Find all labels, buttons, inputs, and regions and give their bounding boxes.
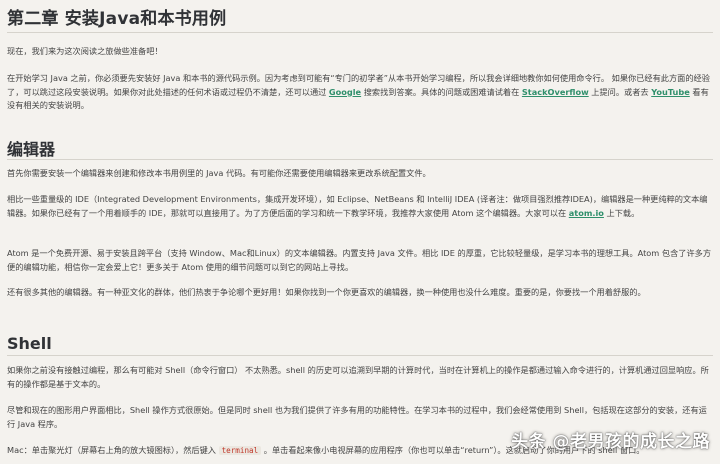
chapter-title: 第二章 安装Java和本书用例 xyxy=(7,9,227,29)
stackoverflow-link[interactable]: StackOverflow xyxy=(522,87,589,97)
install-text-b: 搜索找到答案。具体的问题或困难请试着在 xyxy=(361,86,522,97)
youtube-link[interactable]: YouTube xyxy=(651,87,690,97)
google-link[interactable]: Google xyxy=(329,87,361,97)
watermark-label: 头条 @老男孩的成长之路 xyxy=(511,432,710,452)
shell-paragraph-1: 如果你之前没有接触过编程，那么有可能对 Shell（命令行窗口） 不太熟悉。sh… xyxy=(7,365,709,389)
editor-divider xyxy=(7,159,713,160)
editor-paragraph-3: Atom 是一个免费开源、易于安装且跨平台（支持 Window、Mac和Linu… xyxy=(7,248,712,272)
terminal-code: terminal xyxy=(218,446,262,455)
editor-paragraph-2: 相比一些重量级的 IDE（Integrated Development Envi… xyxy=(7,193,713,220)
shell-text-a: Mac：单击聚光灯（屏幕右上角的放大镜图标），然后键入 xyxy=(7,445,219,455)
install-paragraph: 在开始学习 Java 之前，你必须要先安装好 Java 和本书的源代码示例。因为… xyxy=(7,72,713,113)
editor-text-b: 上下载。 xyxy=(603,207,640,218)
editor-paragraph-4: 还有很多其他的编辑器。有一种亚文化的群体，他们热衷于争论哪个更好用！如果你找到一… xyxy=(7,287,646,297)
title-divider xyxy=(7,32,713,33)
editor-paragraph-1: 首先你需要安装一个编辑器来创建和修改本书用例里的 Java 代码。有可能你还需要… xyxy=(7,168,431,178)
editor-heading: 编辑器 xyxy=(7,140,56,159)
install-text-c: 上提问。或者去 xyxy=(588,86,652,97)
shell-divider xyxy=(7,355,713,356)
shell-heading: Shell xyxy=(7,334,52,353)
intro-paragraph: 现在，我们来为这次阅读之旅做些准备吧！ xyxy=(7,46,163,56)
atom-link[interactable]: atom.io xyxy=(569,208,604,218)
